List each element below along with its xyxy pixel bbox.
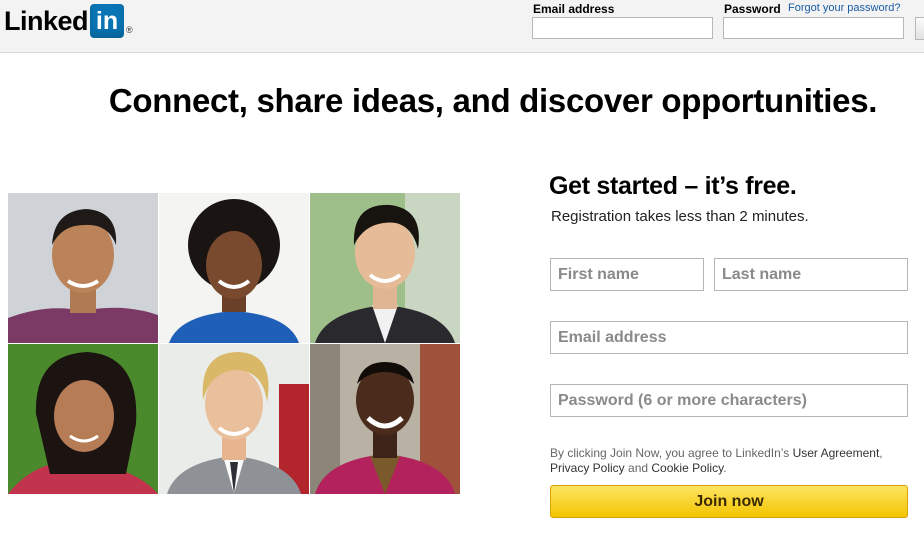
privacy-policy-link[interactable]: Privacy Policy [550,461,625,475]
page-headline: Connect, share ideas, and discover oppor… [108,82,878,119]
registration-subtitle: Registration takes less than 2 minutes. [551,208,809,225]
member-photo [159,344,309,494]
signin-password-input[interactable] [723,17,904,39]
legal-period: . [723,461,727,475]
legal-comma: , [879,446,883,460]
join-now-button[interactable]: Join now [550,485,908,518]
forgot-password-link[interactable]: Forgot your password? [788,2,901,14]
member-photo [310,193,460,343]
logo-wordmark: Linked [4,5,89,36]
member-photo-grid [8,193,460,494]
first-name-input[interactable] [550,258,704,291]
user-agreement-link[interactable]: User Agreement [793,446,880,460]
registered-mark: ® [126,25,133,35]
signin-email-label: Email address [533,2,615,16]
registration-title: Get started – it’s free. [549,172,797,200]
linkedin-logo[interactable]: Linked in ® [4,4,133,38]
signin-button[interactable] [915,17,924,40]
password-input[interactable] [550,384,908,417]
top-header: Linked in ® Email address Password Forgo… [0,0,924,53]
member-photo [8,344,158,494]
last-name-input[interactable] [714,258,908,291]
legal-text: By clicking Join Now, you agree to Linke… [550,446,793,460]
signin-email-input[interactable] [532,17,713,39]
member-photo [8,193,158,343]
legal-and: and [624,461,652,475]
email-input[interactable] [550,321,908,354]
legal-notice: By clicking Join Now, you agree to Linke… [550,446,910,476]
member-photo [159,193,309,343]
cookie-policy-link[interactable]: Cookie Policy [651,461,723,475]
signin-password-label: Password [724,2,781,16]
member-photo [310,344,460,494]
logo-in-badge: in [90,4,125,38]
